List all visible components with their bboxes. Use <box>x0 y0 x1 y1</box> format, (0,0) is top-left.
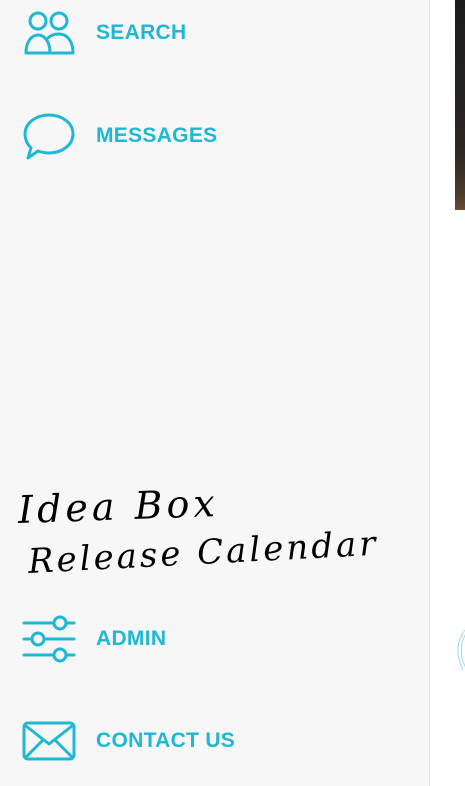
media-thumbnail <box>455 0 465 210</box>
sidebar-item-label: ADMIN <box>96 627 167 650</box>
speech-bubble-icon <box>22 111 76 161</box>
sidebar-item-label: MESSAGES <box>96 124 218 147</box>
sidebar-item-label: SEARCH <box>96 21 187 44</box>
sidebar-item-messages[interactable]: MESSAGES <box>0 110 430 162</box>
decorative-arc-icon <box>457 629 465 671</box>
sidebar-item-search[interactable]: SEARCH <box>0 7 430 59</box>
main-content-edge <box>431 0 465 786</box>
handwritten-notes: Idea Box Release Calendar <box>0 480 430 610</box>
app-root: SEARCH MESSAGES Idea Box Release Calenda… <box>0 0 465 786</box>
sidebar-item-contact-us[interactable]: CONTACT US <box>0 715 430 767</box>
sidebar-nav: SEARCH MESSAGES Idea Box Release Calenda… <box>0 0 430 786</box>
handwritten-note-idea-box: Idea Box <box>17 481 220 532</box>
sidebar-item-label: CONTACT US <box>96 729 236 752</box>
sliders-icon <box>22 614 76 664</box>
envelope-icon <box>22 716 76 766</box>
people-icon <box>22 8 76 58</box>
handwritten-note-release-calendar: Release Calendar <box>26 523 380 582</box>
sidebar-item-admin[interactable]: ADMIN <box>0 613 430 665</box>
